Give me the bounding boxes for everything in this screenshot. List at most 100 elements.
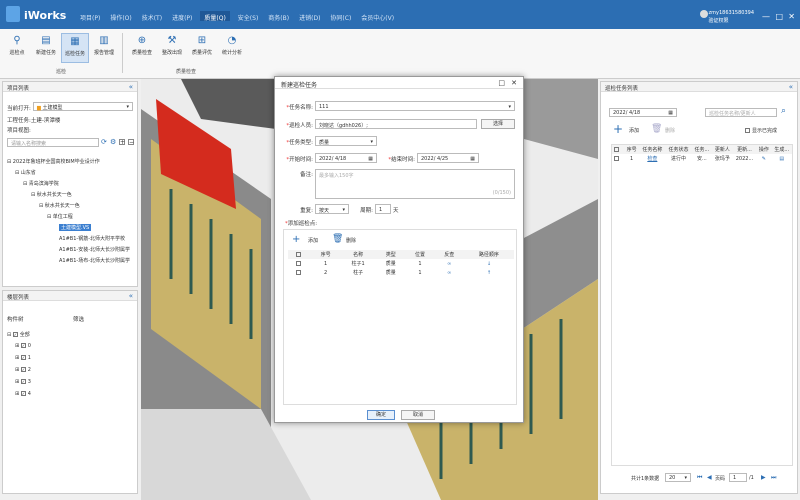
tree-node[interactable]: ⊟ 山东省 [15,169,36,176]
menu-collab[interactable]: 协同(C) [328,13,353,22]
tree-node[interactable]: ⊟ 秋水共长天一色 [39,202,80,209]
add-point-button[interactable]: 添加 [308,237,318,244]
table-row[interactable]: 1 检查 进行中 安... 张玛予 2022... ✎ ▤ [612,154,792,163]
filter-button[interactable]: 筛选 [73,315,84,323]
tree-node[interactable]: ⊟ 单位工程 [47,213,73,220]
next-page-icon[interactable]: ▶ [761,474,766,481]
tree-node[interactable]: ⊟ 秋水共长天一色 [31,191,72,198]
add-task-button[interactable]: 添加 [629,127,639,134]
floor-item[interactable]: ⊟ ✓ 全部 [7,331,30,338]
prev-page-icon[interactable]: ◀ [707,474,712,481]
generate-report-icon[interactable]: ▤ [771,154,792,163]
select-inspector-button[interactable]: 选择 [481,119,515,129]
period-input[interactable]: 1 [375,204,391,214]
select-all-checkbox[interactable] [295,251,301,257]
page-input[interactable]: 1 [729,473,747,482]
last-page-icon[interactable]: ⏭ [771,474,776,482]
tree-node-selected[interactable]: 土建模型.VS [59,224,92,231]
table-row[interactable]: 1 柱子1 质量 1 ∞ ↓ [288,259,514,268]
select-all-checkbox[interactable] [614,146,620,152]
row-checkbox[interactable] [295,269,301,275]
table-row[interactable]: 2 柱子 质量 1 ∞ ↑ [288,268,514,277]
task-name-link[interactable]: 检查 [639,154,665,163]
expand-all-icon[interactable]: + [119,139,125,146]
tree-node[interactable]: ⊟ 青岛滨海学院 [23,180,59,187]
user-org: 验证权限 [708,18,729,24]
row-checkbox[interactable] [295,260,301,266]
collapse-all-icon[interactable]: − [128,139,134,146]
inspection-point-button[interactable]: ⚲ 巡检点 [3,33,31,63]
trash-icon[interactable]: 🗑 [651,124,662,134]
menu-technology[interactable]: 技术(T) [140,13,164,22]
tree-node[interactable]: A1#B1-钢筋-北师大附平学校 [59,235,137,242]
tree-node[interactable]: A1#B1-场布-北师大长沙附属学 [59,257,137,264]
report-management-button[interactable]: ▥ 报告管理 [90,33,118,63]
menu-safety[interactable]: 安全(S) [236,13,261,22]
ok-button[interactable]: 确定 [367,410,395,420]
project-search-input[interactable]: 请输入名称搜索 [7,138,99,147]
add-icon[interactable]: + [292,234,300,245]
task-type-select[interactable]: 质量 ▾ [315,136,377,146]
collapse-icon[interactable]: « [129,292,133,300]
floor-item[interactable]: ⊞ ✓ 1 [15,355,31,361]
tree-node[interactable]: ⊟ 2022年鲁班杯全国高校BIM毕业设计作 [7,158,100,165]
menu-operation[interactable]: 操作(O) [108,13,133,22]
menu-project[interactable]: 项目(P) [78,13,102,22]
add-icon[interactable]: + [613,122,623,136]
up-arrow-icon[interactable]: ↑ [464,268,514,277]
maximize-icon[interactable]: □ [498,79,505,87]
collapse-icon[interactable]: « [129,83,133,91]
down-arrow-icon[interactable]: ↓ [464,259,514,268]
collapse-icon[interactable]: « [789,83,793,91]
tree-node[interactable]: A1#B1-安装-北师大长沙附属学 [59,246,137,253]
cancel-button[interactable]: 取消 [401,410,435,420]
quality-evaluate-button[interactable]: ⊞ 质量评优 [188,33,216,63]
table-header: 序号 任务名称 任务状态 任务... 更新人 更新... 操作 生成... [612,145,792,154]
close-icon[interactable]: ✕ [788,12,795,21]
inspection-task-icon: ▦ [70,36,80,47]
floor-item[interactable]: ⊞ ✓ 4 [15,391,31,397]
floor-item[interactable]: ⊞ ✓ 0 [15,343,31,349]
new-task-button[interactable]: ▤ 新建任务 [32,33,60,63]
edit-icon[interactable]: ✎ [756,154,771,163]
remark-textarea[interactable]: 最多输入150字 (0/150) [315,169,515,199]
show-completed-checkbox[interactable]: 显示已完成 [745,127,777,134]
page-size-select[interactable]: 20 ▾ [665,473,691,482]
task-date-picker[interactable]: 2022/ 4/18 ▦ [609,108,677,117]
rectify-button[interactable]: ⚒ 整改出现 [158,33,186,63]
menu-progress[interactable]: 进度(P) [170,13,194,22]
locate-icon[interactable]: ∞ [435,259,464,268]
menu-business[interactable]: 商务(B) [266,13,291,22]
menu-sales[interactable]: 进销(D) [297,13,322,22]
menu-member[interactable]: 会员中心(V) [359,13,396,22]
delete-task-button[interactable]: 删除 [665,127,675,134]
minimize-icon[interactable]: — [762,12,770,21]
floor-item[interactable]: ⊞ ✓ 2 [15,367,31,373]
close-icon[interactable]: ✕ [511,79,517,87]
end-date-picker[interactable]: 2022/ 4/25 ▦ [417,153,479,163]
total-count: 共计1条数据 [631,476,660,482]
maximize-icon[interactable]: □ [775,12,783,21]
menu-quality[interactable]: 质量(Q) [200,11,230,22]
quality-check-button[interactable]: ⊕ 质量检查 [128,33,156,63]
search-icon[interactable]: ⌕ [781,106,786,116]
floor-item[interactable]: ⊞ ✓ 3 [15,379,31,385]
task-name-field[interactable]: 111 ▾ [315,101,515,111]
locate-icon[interactable]: ∞ [435,268,464,277]
inspection-task-button[interactable]: ▦ 巡检任务 [61,33,89,63]
statistics-button[interactable]: ◔ 统计分析 [218,33,246,63]
settings-icon[interactable]: ⚙ [110,138,116,146]
task-search-input[interactable]: 巡检任务名称/更新人 [705,108,777,117]
row-checkbox[interactable] [614,155,620,161]
inspector-field[interactable]: 刘晓达（gdhh026）; [315,119,477,129]
trash-icon[interactable]: 🗑 [332,234,343,244]
first-page-icon[interactable]: ⏮ [697,474,702,482]
open-model-select[interactable]: ▆ 土建模型 ▾ [33,102,133,111]
delete-point-button[interactable]: 删除 [346,237,356,244]
avatar[interactable] [700,10,708,18]
user-info[interactable]: zmy18631580394 验证权限 [709,9,754,25]
repeat-label: 重复: [300,208,313,214]
start-date-picker[interactable]: 2022/ 4/18 ▦ [315,153,377,163]
refresh-icon[interactable]: ⟳ [101,138,107,146]
repeat-select[interactable]: 按天 ▾ [315,204,349,214]
